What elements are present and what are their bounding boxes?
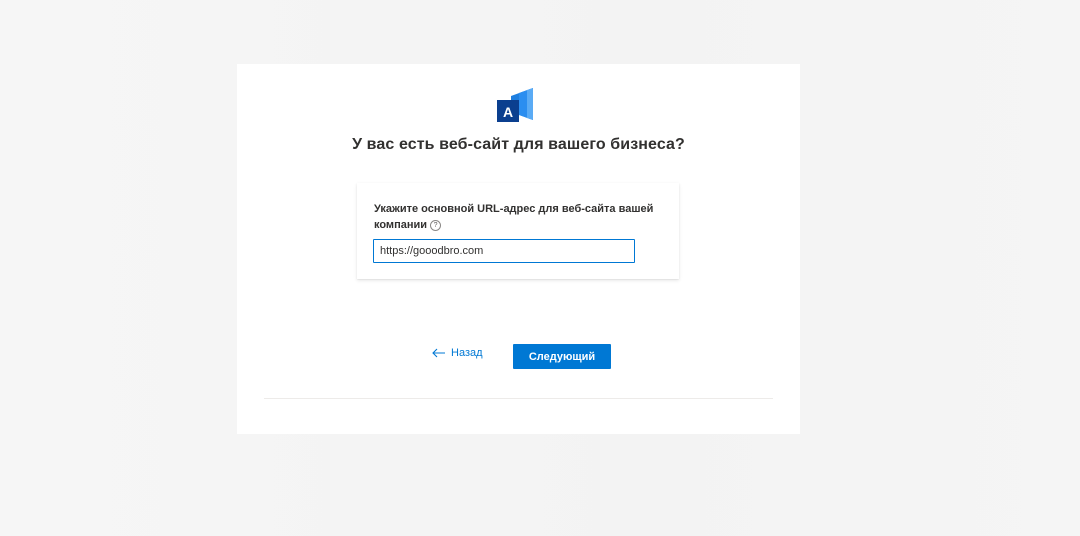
next-button[interactable]: Следующий xyxy=(513,344,611,369)
url-field-label-text: Укажите основной URL-адрес для веб-сайта… xyxy=(374,203,654,231)
website-url-input[interactable] xyxy=(373,239,635,263)
arrow-left-icon xyxy=(432,348,445,358)
help-icon[interactable]: ? xyxy=(430,220,442,231)
logo-letter: A xyxy=(503,104,513,120)
url-card: Укажите основной URL-адрес для веб-сайта… xyxy=(357,183,679,279)
page-title: У вас есть веб-сайт для вашего бизнеса? xyxy=(352,136,685,153)
back-button-label: Назад xyxy=(451,347,483,359)
footer-divider xyxy=(264,398,773,399)
advertising-logo-icon: A xyxy=(497,88,539,124)
setup-dialog: A У вас есть веб-сайт для вашего бизнеса… xyxy=(237,64,800,434)
url-field-label: Укажите основной URL-адрес для веб-сайта… xyxy=(374,201,664,233)
back-button[interactable]: Назад xyxy=(432,347,483,359)
